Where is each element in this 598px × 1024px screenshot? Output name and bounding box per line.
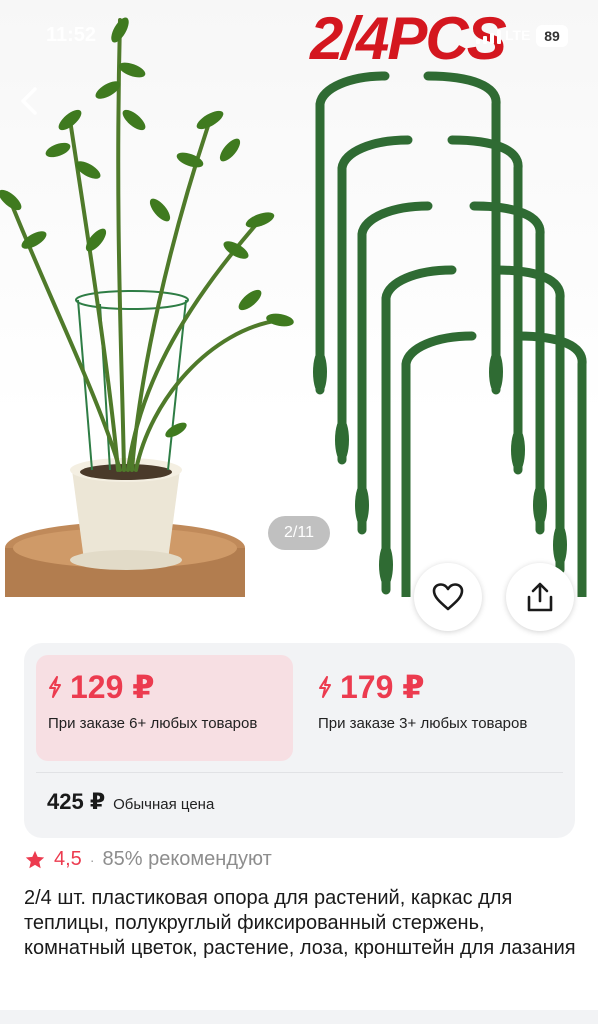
divider xyxy=(36,772,563,773)
product-title: 2/4 шт. пластиковая опора для растений, … xyxy=(24,887,576,959)
gallery-page-indicator: 2/11 xyxy=(268,516,330,550)
lightning-icon xyxy=(49,676,61,698)
star-icon xyxy=(25,850,45,868)
back-button[interactable] xyxy=(12,84,46,118)
price-card: 129 ₽ При заказе 6+ любых товаров 179 ₽ … xyxy=(24,643,575,838)
status-bar: 11:52 LTE 89 xyxy=(0,0,598,70)
battery-level: 89 xyxy=(536,25,568,47)
separator-dot: · xyxy=(89,851,95,868)
offer-condition: При заказе 6+ любых товаров xyxy=(48,715,258,732)
rating-row[interactable]: 4,5 · 85% рекомендуют xyxy=(24,848,272,871)
regular-price: 425 ₽ xyxy=(47,789,106,814)
heart-icon xyxy=(432,583,464,611)
status-time: 11:52 xyxy=(46,24,97,46)
share-icon xyxy=(527,582,553,612)
product-photo xyxy=(0,17,587,597)
bulk-offer-6-plus[interactable]: 129 ₽ При заказе 6+ любых товаров xyxy=(36,655,293,761)
product-image-gallery[interactable]: 2/4PCS xyxy=(0,0,598,597)
bulk-offer-3-plus[interactable]: 179 ₽ При заказе 3+ любых товаров xyxy=(306,655,563,761)
offer-condition: При заказе 3+ любых товаров xyxy=(318,715,528,732)
lightning-icon xyxy=(319,676,331,698)
share-button[interactable] xyxy=(506,563,574,631)
rating-value: 4,5 xyxy=(54,848,82,870)
offer-price: 179 ₽ xyxy=(340,669,425,705)
favorite-button[interactable] xyxy=(414,563,482,631)
signal-icon xyxy=(476,30,501,44)
offer-price: 129 ₽ xyxy=(70,669,155,705)
section-divider xyxy=(0,1010,598,1024)
back-arrow-icon xyxy=(21,87,37,115)
regular-price-label: Обычная цена xyxy=(113,796,215,813)
regular-price-row: 425 ₽ Обычная цена xyxy=(47,789,214,815)
recommend-percent: 85% рекомендуют xyxy=(102,848,272,870)
network-type: LTE xyxy=(505,27,531,43)
